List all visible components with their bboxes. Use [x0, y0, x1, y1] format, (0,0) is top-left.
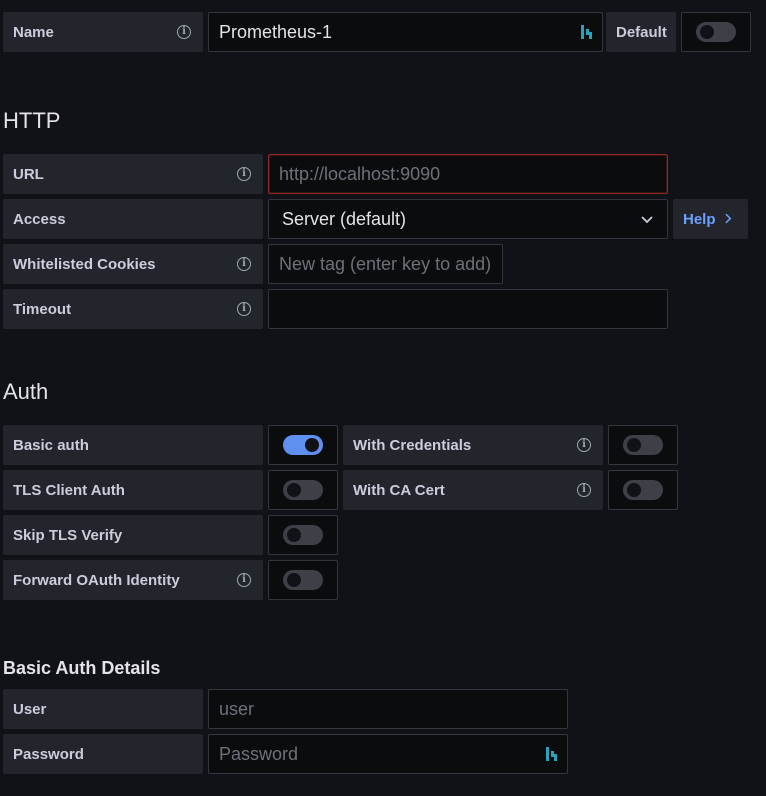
access-value: Server (default) — [282, 208, 407, 229]
name-label: Name i — [3, 12, 203, 52]
with-credentials-label: With Credentials i — [343, 425, 603, 465]
with-credentials-switch[interactable] — [608, 425, 678, 465]
with-ca-cert-label: With CA Cert i — [343, 470, 603, 510]
with-ca-cert-switch[interactable] — [608, 470, 678, 510]
tls-client-auth-toggle[interactable] — [283, 480, 323, 500]
timeout-label-text: Timeout — [13, 300, 72, 318]
cookies-label-text: Whitelisted Cookies — [13, 255, 156, 273]
cookies-placeholder: New tag (enter key to add) — [279, 253, 492, 274]
forward-oauth-label: Forward OAuth Identity i — [3, 560, 263, 600]
info-icon[interactable]: i — [577, 483, 591, 497]
access-label: Access — [3, 199, 263, 239]
info-icon[interactable]: i — [237, 573, 251, 587]
basic-auth-toggle[interactable] — [283, 435, 323, 455]
tls-client-auth-label-text: TLS Client Auth — [13, 481, 125, 499]
skip-tls-verify-switch[interactable] — [268, 515, 338, 555]
with-credentials-label-text: With Credentials — [353, 436, 472, 454]
chevron-down-icon — [641, 216, 653, 224]
name-value: Prometheus-1 — [219, 21, 333, 42]
access-select[interactable]: Server (default) — [268, 199, 668, 239]
basic-auth-details-title: Basic Auth Details — [3, 658, 161, 678]
with-credentials-toggle[interactable] — [623, 435, 663, 455]
url-label: URL i — [3, 154, 263, 194]
user-placeholder: user — [219, 698, 255, 719]
default-label: Default — [606, 12, 676, 52]
auth-section-title: Auth — [3, 379, 49, 404]
password-manager-icon[interactable] — [580, 23, 594, 41]
with-ca-cert-label-text: With CA Cert — [353, 481, 445, 499]
user-label: User — [3, 689, 203, 729]
with-ca-cert-toggle[interactable] — [623, 480, 663, 500]
http-section-title: HTTP — [3, 108, 61, 133]
info-icon[interactable]: i — [237, 302, 251, 316]
help-button[interactable]: Help — [673, 199, 748, 239]
name-input[interactable]: Prometheus-1 — [208, 12, 603, 52]
forward-oauth-switch[interactable] — [268, 560, 338, 600]
url-label-text: URL — [13, 165, 44, 183]
info-icon[interactable]: i — [177, 25, 191, 39]
tls-client-auth-switch[interactable] — [268, 470, 338, 510]
password-label: Password — [3, 734, 203, 774]
help-label: Help — [683, 210, 716, 228]
info-icon[interactable]: i — [577, 438, 591, 452]
default-label-text: Default — [616, 23, 667, 41]
basic-auth-switch[interactable] — [268, 425, 338, 465]
password-manager-icon[interactable] — [545, 745, 559, 763]
user-input[interactable]: user — [208, 689, 568, 729]
basic-auth-label: Basic auth — [3, 425, 263, 465]
skip-tls-verify-label: Skip TLS Verify — [3, 515, 263, 555]
user-label-text: User — [13, 700, 47, 718]
cookies-label: Whitelisted Cookies i — [3, 244, 263, 284]
access-label-text: Access — [13, 210, 66, 228]
timeout-input[interactable] — [268, 289, 668, 329]
default-switch[interactable] — [681, 12, 751, 52]
password-placeholder: Password — [219, 743, 299, 764]
forward-oauth-toggle[interactable] — [283, 570, 323, 590]
timeout-label: Timeout i — [3, 289, 263, 329]
skip-tls-verify-label-text: Skip TLS Verify — [13, 526, 123, 544]
basic-auth-label-text: Basic auth — [13, 436, 89, 454]
forward-oauth-label-text: Forward OAuth Identity — [13, 571, 180, 589]
name-label-text: Name — [13, 23, 54, 41]
info-icon[interactable]: i — [237, 167, 251, 181]
password-input[interactable]: Password — [208, 734, 568, 774]
skip-tls-verify-toggle[interactable] — [283, 525, 323, 545]
tls-client-auth-label: TLS Client Auth — [3, 470, 263, 510]
chevron-right-icon — [725, 213, 732, 224]
info-icon[interactable]: i — [237, 257, 251, 271]
url-input[interactable]: http://localhost:9090 — [268, 154, 668, 194]
default-toggle[interactable] — [696, 22, 736, 42]
password-label-text: Password — [13, 745, 84, 763]
url-placeholder: http://localhost:9090 — [279, 163, 441, 184]
cookies-input[interactable]: New tag (enter key to add) — [268, 244, 503, 284]
